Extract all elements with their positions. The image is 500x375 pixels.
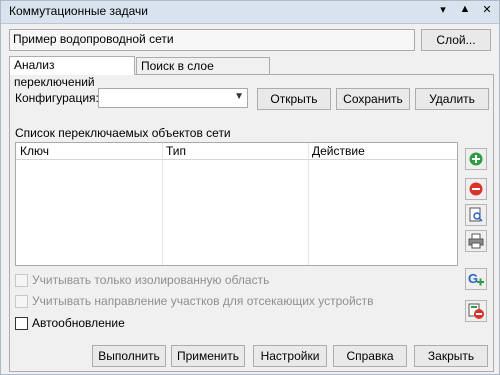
graph-add-icon: G — [468, 271, 484, 286]
close-icon[interactable]: ✕ — [481, 3, 493, 16]
title-bar: Коммутационные задачи ▾ ▲ ✕ — [1, 1, 499, 24]
add-object-button[interactable] — [465, 148, 487, 170]
source-network-value: Пример водопроводной сети — [13, 32, 174, 46]
auto-update-label: Автообновление — [32, 316, 125, 330]
remove-object-button[interactable] — [465, 178, 487, 200]
layer-button[interactable]: Слой... — [421, 29, 491, 51]
object-list-title: Список переключаемых объектов сети — [15, 126, 231, 140]
close-button[interactable]: Закрыть — [414, 345, 488, 367]
source-network-field[interactable]: Пример водопроводной сети — [9, 29, 415, 51]
configuration-combobox[interactable]: ▼ — [98, 88, 248, 108]
layer-remove-icon — [468, 303, 484, 319]
column-action[interactable]: Действие — [308, 143, 456, 159]
save-button[interactable]: Сохранить — [336, 88, 410, 110]
collapse-icon[interactable]: ▲ — [459, 3, 471, 16]
delete-button[interactable]: Удалить — [415, 88, 489, 110]
direction-label: Учитывать направление участков для отсек… — [32, 294, 374, 308]
column-divider — [162, 143, 163, 265]
settings-button[interactable]: Настройки — [253, 345, 327, 367]
switchable-objects-table[interactable]: Ключ Тип Действие — [15, 142, 458, 266]
run-button[interactable]: Выполнить — [92, 345, 166, 367]
isolated-area-label: Учитывать только изолированную область — [32, 273, 270, 287]
title-bar-controls: ▾ ▲ ✕ — [437, 3, 493, 16]
direction-checkbox[interactable] — [15, 295, 28, 308]
help-button[interactable]: Справка — [333, 345, 407, 367]
column-type[interactable]: Тип — [162, 143, 308, 159]
add-to-graph-button[interactable]: G — [465, 268, 487, 290]
auto-update-checkbox[interactable] — [15, 317, 28, 330]
dropdown-icon[interactable]: ▾ — [437, 3, 449, 16]
svg-text:G: G — [468, 271, 478, 286]
remove-layer-button[interactable] — [465, 300, 487, 322]
print-button[interactable] — [465, 230, 487, 252]
window-title: Коммутационные задачи — [9, 4, 149, 18]
print-icon — [468, 233, 484, 249]
column-divider — [308, 143, 309, 265]
find-object-button[interactable] — [465, 204, 487, 226]
find-document-icon — [469, 207, 483, 222]
tab-switching-analysis[interactable]: Анализ переключений — [9, 56, 135, 89]
add-icon — [469, 152, 483, 166]
dock-window: Коммутационные задачи ▾ ▲ ✕ Пример водоп… — [0, 0, 500, 375]
tab-underlay-search[interactable]: Поиск в слое подложке — [136, 57, 270, 90]
isolated-area-checkbox[interactable] — [15, 274, 28, 287]
open-button[interactable]: Открыть — [257, 88, 331, 110]
remove-icon — [469, 182, 483, 196]
configuration-label: Конфигурация: — [15, 91, 99, 105]
table-header: Ключ Тип Действие — [16, 143, 457, 160]
apply-button[interactable]: Применить — [171, 345, 245, 367]
chevron-down-icon[interactable]: ▼ — [234, 91, 244, 102]
column-key[interactable]: Ключ — [16, 143, 162, 159]
